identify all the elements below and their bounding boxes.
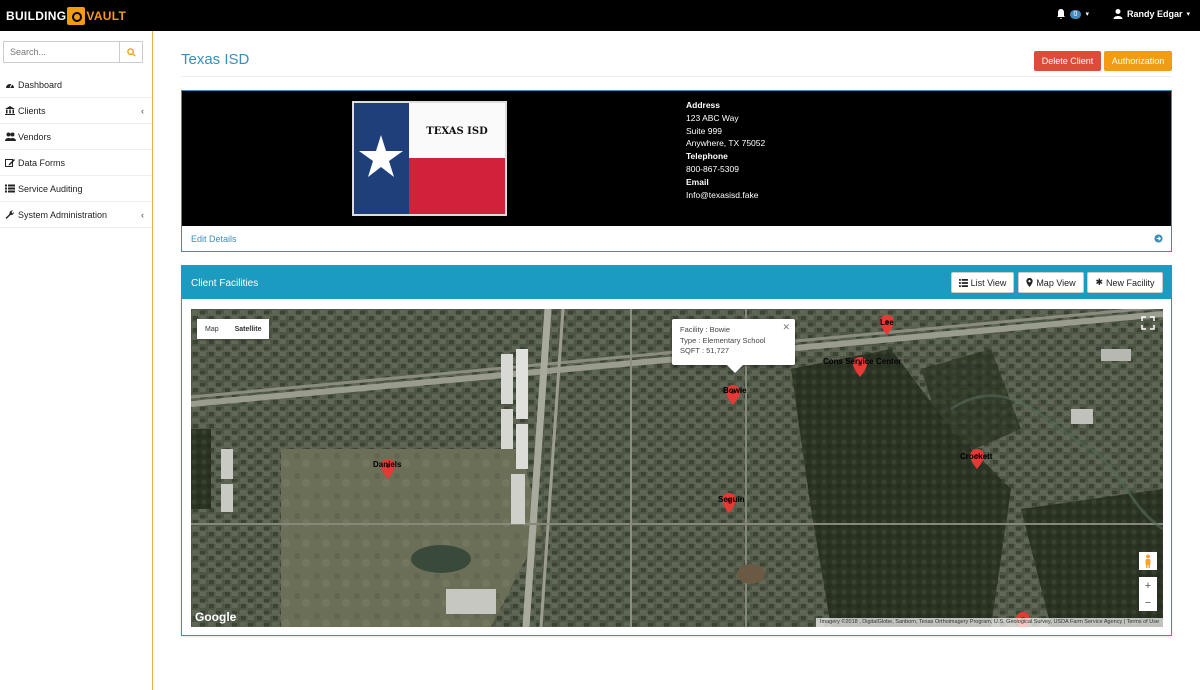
map-view-button[interactable]: Map View	[1018, 272, 1084, 293]
client-banner: TEXAS ISD Address 123 ABC Way Suite 999 …	[182, 91, 1171, 226]
list-view-button[interactable]: List View	[951, 272, 1014, 293]
authorization-button[interactable]: Authorization	[1104, 51, 1172, 71]
street-view-pegman[interactable]	[1139, 552, 1157, 570]
sidebar-item-clients[interactable]: Clients ‹	[0, 98, 152, 124]
edit-icon	[4, 158, 16, 168]
sidebar-item-data-forms[interactable]: Data Forms	[0, 150, 152, 176]
telephone-value: 800-867-5309	[686, 163, 739, 174]
brand-text-2: VAULT	[86, 9, 127, 23]
info-sqft: SQFT : 51,727	[680, 346, 730, 355]
texas-flag-icon: TEXAS ISD	[354, 103, 505, 214]
user-icon[interactable]	[1113, 8, 1123, 20]
fullscreen-button[interactable]	[1139, 314, 1157, 332]
brand-text-1: BUILDING	[6, 9, 67, 23]
address-line: Suite 999	[686, 125, 722, 136]
address-label: Address	[686, 100, 721, 110]
info-type: Type : Elementary School	[680, 335, 766, 345]
user-name-menu[interactable]: Randy Edgar	[1127, 9, 1183, 19]
sidebar-item-system-administration[interactable]: System Administration ‹	[0, 202, 152, 228]
edit-details-link[interactable]: Edit Details	[191, 234, 237, 244]
zoom-in-button[interactable]: +	[1139, 577, 1157, 594]
search-input[interactable]	[3, 41, 119, 63]
facility-info-window: ✕ Facility : Bowie Type : Elementary Sch…	[672, 319, 795, 373]
facilities-map[interactable]: Map Satellite Lee Cons Service Center Bo…	[191, 309, 1163, 627]
sidebar-item-label: Data Forms	[18, 157, 66, 168]
sidebar-item-vendors[interactable]: Vendors	[0, 124, 152, 150]
client-facilities-panel: Client Facilities List View Map View ✱ N…	[181, 265, 1172, 636]
delete-client-button[interactable]: Delete Client	[1034, 51, 1101, 71]
notif-caret-icon[interactable]: ▾	[1085, 10, 1089, 18]
sidebar: Dashboard Clients ‹ Vendors Data Forms S…	[0, 31, 153, 690]
telephone-label: Telephone	[686, 151, 728, 162]
map-type-control: Map Satellite	[197, 319, 270, 339]
address-line: 123 ABC Way	[686, 112, 739, 123]
list-icon	[958, 278, 968, 287]
bank-icon	[4, 106, 16, 116]
users-icon	[4, 132, 16, 142]
flag-text: TEXAS ISD	[426, 126, 488, 137]
sidebar-item-service-auditing[interactable]: Service Auditing	[0, 176, 152, 202]
sidebar-item-label: Service Auditing	[18, 183, 83, 194]
marker-label: Lee	[880, 318, 894, 327]
marker-label: Cons Service Center	[823, 357, 902, 366]
client-contact-info: Address 123 ABC Way Suite 999 Anywhere, …	[686, 99, 765, 201]
marker-label: Crockett	[960, 452, 993, 461]
sidebar-search	[3, 41, 143, 63]
map-attribution[interactable]: Imagery ©2018 , DigitalGlobe, Sanborn, T…	[816, 618, 1163, 627]
close-icon[interactable]: ✕	[782, 322, 790, 333]
new-facility-label: New Facility	[1106, 277, 1155, 288]
zoom-control: + −	[1139, 577, 1157, 611]
top-navbar: BUILDING VAULT 0 ▾ Randy Edgar ▾	[0, 0, 1200, 31]
map-type-map[interactable]: Map	[197, 319, 227, 339]
info-facility: Facility : Bowie	[680, 325, 731, 334]
marker-label: Daniels	[373, 460, 402, 469]
asterisk-icon: ✱	[1095, 277, 1104, 287]
email-value: Info@texasisd.fake	[686, 189, 759, 200]
marker-label: Seguin	[718, 495, 745, 504]
fullscreen-icon	[1141, 316, 1155, 330]
pegman-icon	[1145, 554, 1151, 568]
sidebar-item-dashboard[interactable]: Dashboard	[0, 72, 152, 98]
user-caret-icon[interactable]: ▾	[1186, 10, 1190, 18]
list-icon	[4, 184, 16, 194]
dashboard-icon	[4, 80, 16, 90]
vault-icon	[67, 7, 86, 25]
marker-label: Bowie	[723, 386, 747, 395]
map-type-satellite[interactable]: Satellite	[227, 319, 270, 339]
wrench-icon	[4, 209, 16, 220]
client-logo: TEXAS ISD	[352, 101, 507, 216]
sidebar-item-label: Dashboard	[18, 79, 63, 90]
navbar-right: 0 ▾ Randy Edgar ▾	[1056, 8, 1190, 20]
chevron-left-icon: ‹	[141, 106, 144, 116]
page-title: Texas ISD	[181, 51, 250, 68]
list-view-label: List View	[970, 277, 1007, 288]
search-icon	[126, 47, 136, 57]
google-logo: Google	[195, 610, 237, 624]
notification-count-badge[interactable]: 0	[1069, 9, 1082, 19]
new-facility-button[interactable]: ✱ New Facility	[1087, 272, 1163, 293]
facilities-title: Client Facilities	[191, 278, 259, 289]
bell-icon[interactable]	[1056, 8, 1066, 20]
client-details-panel: TEXAS ISD Address 123 ABC Way Suite 999 …	[181, 90, 1172, 252]
sidebar-item-label: Clients	[18, 105, 46, 116]
facilities-header: Client Facilities List View Map View ✱ N…	[182, 266, 1171, 299]
brand-logo[interactable]: BUILDING VAULT	[6, 6, 126, 26]
address-line: Anywhere, TX 75052	[686, 138, 766, 149]
zoom-out-button[interactable]: −	[1139, 594, 1157, 611]
map-view-label: Map View	[1036, 277, 1076, 288]
sidebar-menu: Dashboard Clients ‹ Vendors Data Forms S…	[0, 72, 152, 228]
arrow-circle-right-icon[interactable]	[1154, 234, 1163, 243]
title-divider	[181, 76, 1172, 77]
sidebar-item-label: Vendors	[18, 131, 52, 142]
email-label: Email	[686, 176, 709, 187]
chevron-left-icon: ‹	[141, 210, 144, 220]
sidebar-item-label: System Administration	[18, 209, 108, 220]
search-button[interactable]	[119, 41, 143, 63]
map-marker-icon	[1026, 278, 1033, 287]
